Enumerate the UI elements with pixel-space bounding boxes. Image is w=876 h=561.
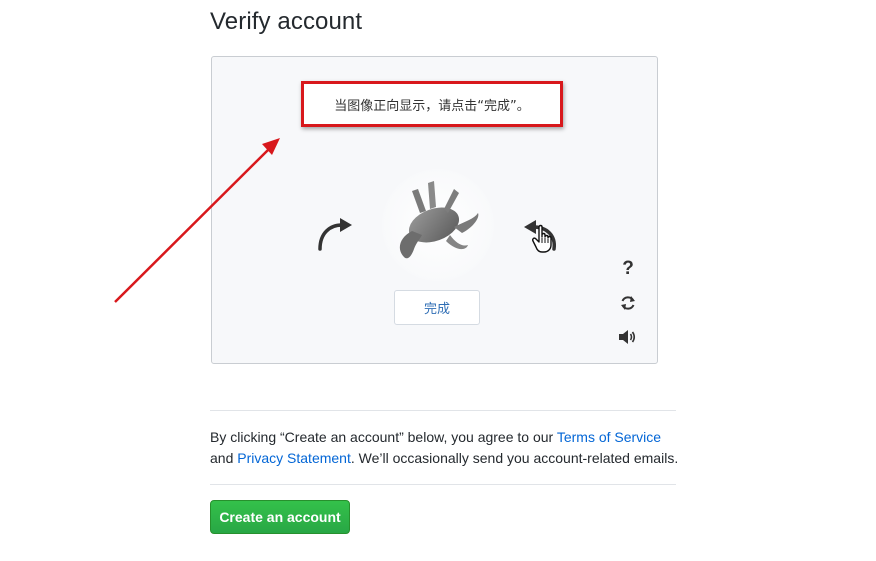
refresh-icon[interactable]	[615, 291, 641, 315]
page-title: Verify account	[210, 8, 363, 35]
captcha-panel: 当图像正向显示，请点击“完成”。 完成 ?	[211, 56, 658, 364]
terms-suffix: . We’ll occasionally send you account-re…	[350, 450, 679, 466]
create-account-button[interactable]: Create an account	[210, 500, 350, 534]
divider	[210, 410, 676, 411]
rotate-left-arrow-icon[interactable]	[312, 215, 356, 253]
terms-of-service-link[interactable]: Terms of Service	[557, 429, 661, 445]
instruction-highlight-box: 当图像正向显示，请点击“完成”。	[301, 81, 563, 127]
captcha-done-button[interactable]: 完成	[394, 290, 480, 325]
privacy-statement-link[interactable]: Privacy Statement	[237, 450, 351, 466]
signup-page: Verify account 当图像正向显示，请点击“完成”。 完成 ? By …	[0, 0, 876, 561]
captcha-image	[382, 169, 494, 281]
terms-prefix: By clicking “Create an account” below, y…	[210, 429, 554, 445]
question-mark-icon[interactable]: ?	[615, 257, 641, 281]
rotate-right-arrow-icon[interactable]	[518, 215, 562, 255]
captcha-instruction: 当图像正向显示，请点击“完成”。	[334, 98, 530, 114]
terms-notice: By clicking “Create an account” below, y…	[210, 427, 690, 469]
terms-and: and	[210, 450, 234, 466]
speaker-icon[interactable]	[615, 325, 641, 349]
divider	[210, 484, 676, 485]
